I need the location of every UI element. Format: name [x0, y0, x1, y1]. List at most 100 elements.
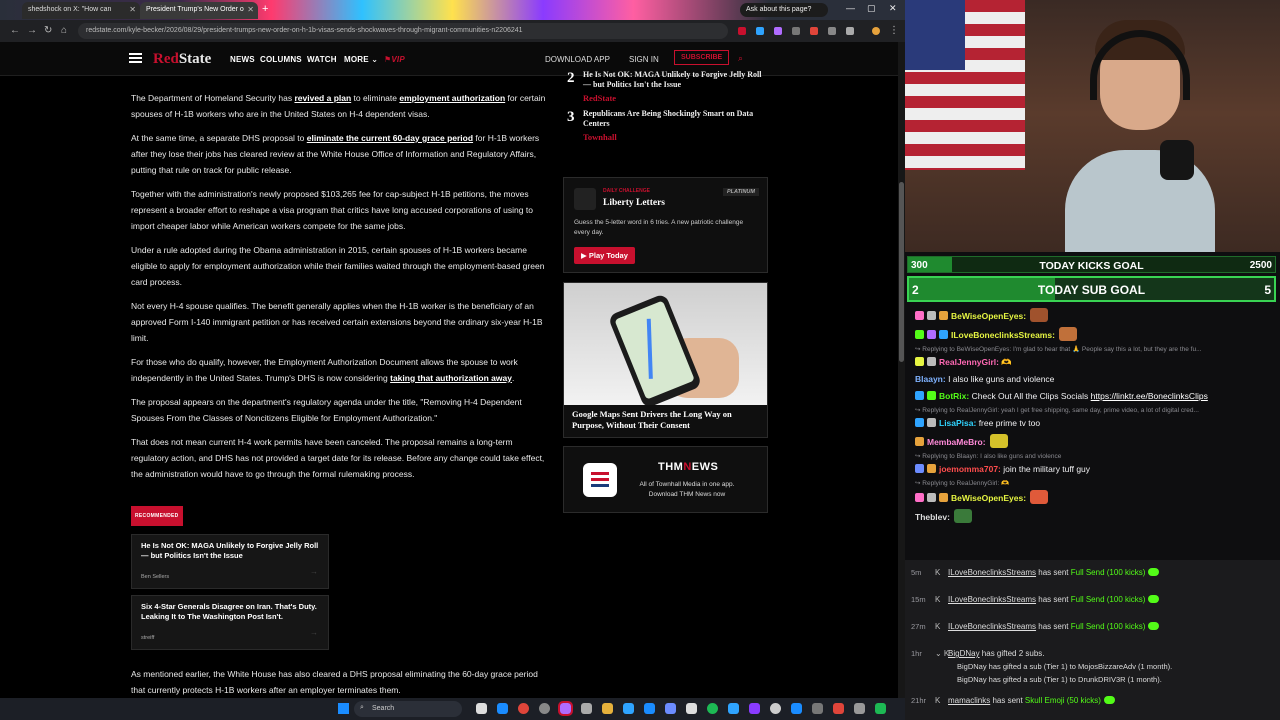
employment-authorization-link[interactable]: employment authorization — [399, 93, 505, 103]
app-icon[interactable] — [728, 703, 739, 714]
chat-username[interactable]: BotRix: — [939, 391, 969, 401]
nav-watch[interactable]: WATCH — [307, 55, 337, 64]
app-icon[interactable] — [558, 701, 573, 716]
app-icon[interactable] — [749, 703, 760, 714]
sign-in-link[interactable]: SIGN IN — [629, 55, 659, 64]
chat-username[interactable]: BeWiseOpenEyes: — [951, 311, 1026, 321]
app-icon[interactable] — [791, 703, 802, 714]
app-icon[interactable] — [833, 703, 844, 714]
chat-text: Check Out All the Clips Socials — [969, 391, 1091, 401]
menu-icon[interactable]: ⋮ — [889, 25, 899, 36]
app-icon[interactable] — [770, 703, 781, 714]
maximize-button[interactable]: ▢ — [867, 3, 876, 14]
nav-more[interactable]: MORE ⌄ — [344, 55, 378, 64]
event-text: has sent — [1036, 622, 1071, 631]
home-icon[interactable]: ⌂ — [61, 25, 67, 36]
taskbar-search[interactable]: ⌕ Search — [354, 701, 462, 717]
event-body: ILoveBoneclinksStreams has sent Full Sen… — [948, 595, 1160, 604]
app-icon[interactable] — [812, 703, 823, 714]
extension-icon[interactable] — [756, 27, 764, 35]
extension-icon[interactable] — [810, 27, 818, 35]
new-tab-button[interactable]: + — [262, 3, 268, 15]
profile-avatar[interactable] — [872, 27, 880, 35]
extension-icon[interactable] — [774, 27, 782, 35]
app-icon[interactable] — [476, 703, 487, 714]
download-app-link[interactable]: DOWNLOAD APP — [545, 55, 610, 64]
app-icon[interactable] — [875, 703, 886, 714]
extension-icon[interactable] — [846, 27, 854, 35]
trending-item[interactable]: 3 Republicans Are Being Shockingly Smart… — [563, 109, 768, 142]
app-icon[interactable] — [665, 703, 676, 714]
reload-icon[interactable]: ↻ — [44, 25, 52, 36]
close-tab-icon[interactable]: ✕ — [129, 5, 136, 14]
page-scrollbar[interactable] — [898, 42, 905, 698]
search-icon[interactable]: ⌕ — [738, 53, 743, 64]
chat-username[interactable]: Theblev: — [915, 512, 950, 522]
forward-icon[interactable]: → — [27, 25, 37, 36]
grace-period-link[interactable]: eliminate the current 60-day grace perio… — [307, 133, 473, 143]
redstate-logo[interactable]: RedState — [153, 51, 211, 68]
extension-icon[interactable] — [792, 27, 800, 35]
ask-about-page-button[interactable]: Ask about this page? — [740, 3, 828, 17]
chat-link[interactable]: https://linktr.ee/BoneclinksClips — [1091, 391, 1208, 401]
app-icon[interactable] — [497, 703, 508, 714]
paragraph: At the same time, a separate DHS proposa… — [131, 130, 551, 178]
chat-username[interactable]: Blaayn: — [915, 374, 946, 384]
route-line — [646, 318, 653, 379]
chat-username[interactable]: joemomma707: — [939, 464, 1001, 474]
tab-x[interactable]: shedshock on X: "How can ✕ — [22, 2, 140, 19]
close-tab-icon[interactable]: ✕ — [247, 5, 254, 14]
hamburger-menu-icon[interactable] — [129, 53, 142, 63]
event-user[interactable]: ILoveBoneclinksStreams — [948, 622, 1036, 631]
recommended-author: streiff — [141, 635, 155, 641]
app-icon[interactable] — [854, 703, 865, 714]
windows-start-icon[interactable] — [338, 703, 349, 714]
event-user[interactable]: ILoveBoneclinksStreams — [948, 568, 1036, 577]
logo-red: Red — [153, 51, 179, 67]
chat-username[interactable]: ILoveBoneclinksStreams: — [951, 330, 1055, 340]
chat-username[interactable]: RealJennyGirl: — [939, 357, 999, 367]
phone-map-image — [564, 283, 767, 405]
chat-username[interactable]: BeWiseOpenEyes: — [951, 493, 1026, 503]
back-icon[interactable]: ← — [10, 25, 20, 36]
event-user[interactable]: mamaclinks — [948, 696, 990, 705]
app-icon[interactable] — [644, 703, 655, 714]
event-user[interactable]: BigDNay — [948, 649, 980, 658]
tab-redstate[interactable]: President Trump's New Order o ✕ — [140, 2, 258, 19]
extension-icon[interactable] — [828, 27, 836, 35]
app-icon[interactable] — [623, 703, 634, 714]
play-today-button[interactable]: ▶ Play Today — [574, 247, 635, 264]
extension-icon[interactable] — [738, 27, 746, 35]
app-icon[interactable] — [581, 703, 592, 714]
event-user[interactable]: ILoveBoneclinksStreams — [948, 595, 1036, 604]
event-time: 5m — [911, 568, 922, 577]
trending-headline: Republicans Are Being Shockingly Smart o… — [583, 109, 754, 128]
close-window-button[interactable]: ✕ — [889, 3, 897, 14]
recommended-card[interactable]: He Is Not OK: MAGA Unlikely to Forgive J… — [131, 534, 329, 589]
nav-vip[interactable]: ⚑VIP — [384, 55, 405, 64]
thm-news-ad[interactable]: THMNEWS All of Townhall Media in one app… — [563, 446, 768, 513]
app-icon[interactable] — [539, 703, 550, 714]
nav-columns[interactable]: COLUMNS — [260, 55, 302, 64]
spotify-icon[interactable] — [707, 703, 718, 714]
daily-challenge-kicker: DAILY CHALLENGE — [603, 188, 650, 194]
chat-username[interactable]: MembaMeBro: — [927, 437, 986, 447]
recommended-card[interactable]: Six 4-Star Generals Disagree on Iran. Th… — [131, 595, 329, 650]
minimize-button[interactable]: — — [846, 3, 855, 13]
nav-news[interactable]: NEWS — [230, 55, 255, 64]
chat-username[interactable]: LisaPisa: — [939, 418, 976, 428]
trending-item[interactable]: 2 He Is Not OK: MAGA Unlikely to Forgive… — [563, 70, 768, 103]
revived-plan-link[interactable]: revived a plan — [294, 93, 351, 103]
subscribe-button[interactable]: SUBSCRIBE — [674, 50, 730, 65]
badge-icon — [939, 311, 948, 320]
app-icon[interactable] — [686, 703, 697, 714]
chat-text: 🫶 — [999, 357, 1012, 367]
taskbar-search-label: Search — [372, 705, 395, 712]
chrome-icon[interactable] — [518, 703, 529, 714]
url-field[interactable]: redstate.com/kyle-becker/2026/08/29/pres… — [78, 23, 728, 39]
scrollbar-thumb[interactable] — [899, 182, 904, 362]
folder-icon[interactable] — [602, 703, 613, 714]
story-card[interactable]: Google Maps Sent Drivers the Long Way on… — [563, 282, 768, 438]
recommended-title: He Is Not OK: MAGA Unlikely to Forgive J… — [141, 541, 319, 560]
taking-authorization-away-link[interactable]: taking that authorization away — [390, 373, 512, 383]
